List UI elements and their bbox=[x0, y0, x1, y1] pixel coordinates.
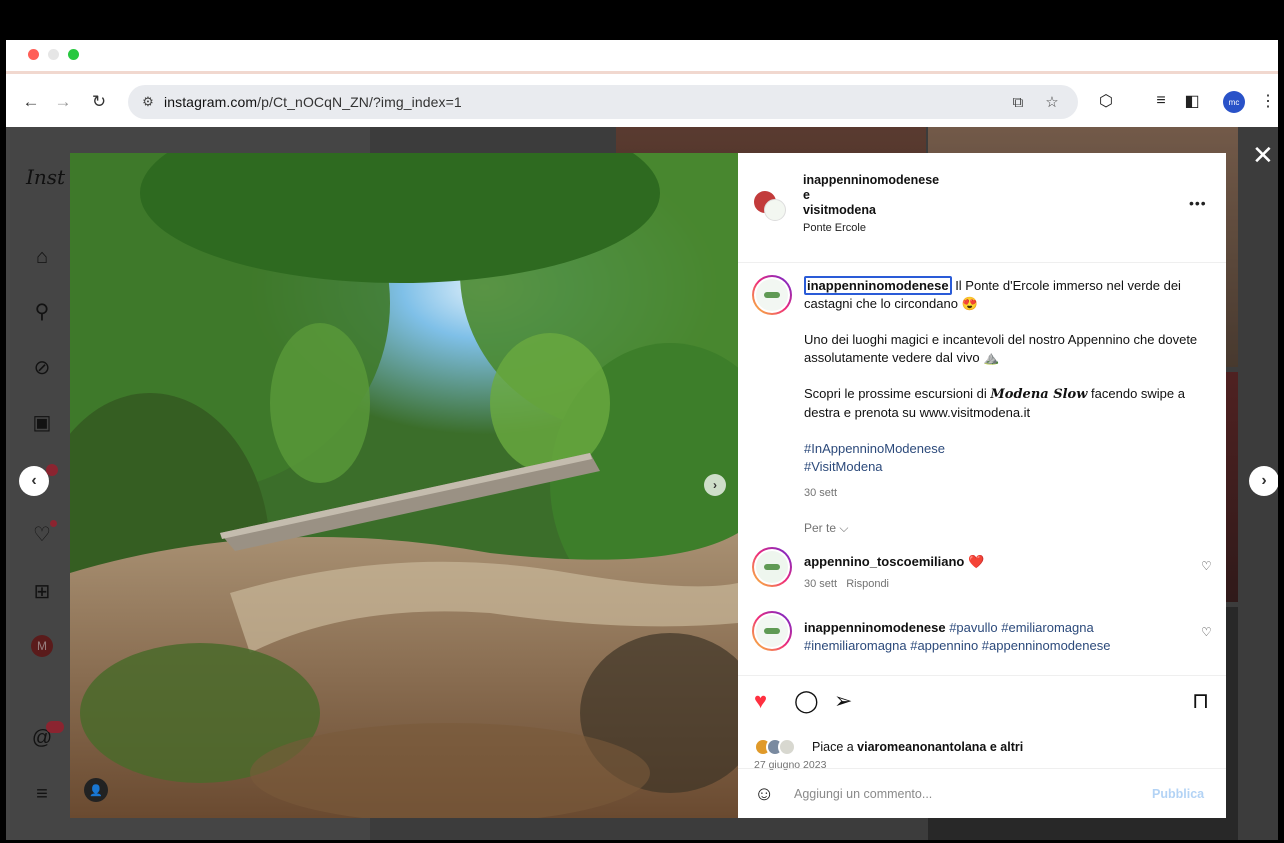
address-bar[interactable]: ⚙ instagram.com/p/Ct_nOCqN_ZN/?img_index… bbox=[128, 85, 1078, 119]
caption-text: Scopri le prossime escursioni di bbox=[804, 386, 991, 401]
coauthor-username[interactable]: visitmodena bbox=[803, 203, 939, 218]
previous-post-button[interactable]: ‹ bbox=[19, 466, 49, 496]
comment-date: 30 sett bbox=[804, 578, 838, 590]
url-text[interactable]: instagram.com/p/Ct_nOCqN_ZN/?img_index=1 bbox=[164, 94, 462, 110]
comments-filter-dropdown[interactable]: Per te ⌵ bbox=[804, 521, 848, 536]
image-carousel-next-button[interactable]: › bbox=[704, 474, 726, 496]
liker-username[interactable]: viaromeanonantolana bbox=[857, 740, 986, 754]
caption-paragraph: inappenninomodenese Il Ponte d'Ercole im… bbox=[804, 276, 1204, 313]
maximize-window-button[interactable] bbox=[68, 49, 79, 60]
reply-button[interactable]: Rispondi bbox=[846, 578, 889, 590]
next-post-button[interactable]: › bbox=[1249, 466, 1278, 496]
post-location[interactable]: Ponte Ercole bbox=[803, 221, 939, 236]
comment-icon[interactable]: ◯ bbox=[794, 690, 819, 712]
liked-by-avatars[interactable] bbox=[754, 738, 806, 756]
post-author-block: inappenninomodenese e visitmodena Ponte … bbox=[803, 173, 939, 236]
more-options-icon[interactable]: ••• bbox=[1189, 195, 1207, 211]
publish-button[interactable]: Pubblica bbox=[1152, 787, 1204, 801]
comment-item: appennino_toscoemiliano ❤️ 30 sett Rispo… bbox=[804, 553, 1184, 593]
comment-text: ❤️ bbox=[964, 554, 985, 569]
caption-paragraph: Scopri le prossime escursioni di Modena … bbox=[804, 385, 1204, 422]
liker-avatar bbox=[778, 738, 796, 756]
post-image: › 👤 bbox=[70, 153, 738, 818]
forest-bridge-photo bbox=[70, 153, 738, 818]
author-username[interactable]: inappenninomodenese bbox=[803, 173, 939, 188]
post-caption: inappenninomodenese Il Ponte d'Ercole im… bbox=[804, 276, 1204, 502]
url-host: instagram.com bbox=[164, 94, 258, 110]
brand-name: Modena Slow bbox=[990, 387, 1088, 402]
extensions-icon[interactable]: ⬡ bbox=[1094, 89, 1118, 113]
post-details-panel: inappenninomodenese e visitmodena Ponte … bbox=[738, 153, 1226, 818]
caption-username[interactable]: inappenninomodenese bbox=[804, 276, 952, 295]
caption-date: 30 sett bbox=[804, 487, 838, 499]
close-window-button[interactable] bbox=[28, 49, 39, 60]
likes-prefix: Piace a bbox=[812, 740, 858, 754]
forward-icon[interactable]: → bbox=[50, 89, 76, 115]
share-icon[interactable]: ➢ bbox=[834, 690, 852, 712]
post-comments-scroll[interactable]: inappenninomodenese Il Ponte d'Ercole im… bbox=[738, 263, 1226, 675]
comment-item: inappenninomodenese #pavullo #emiliaroma… bbox=[804, 619, 1184, 655]
media-controls-icon[interactable]: ≡ bbox=[1149, 89, 1173, 113]
url-path: /p/Ct_nOCqN_ZN/?img_index=1 bbox=[257, 94, 462, 110]
more-menu-icon[interactable]: ⋮ bbox=[1256, 89, 1278, 113]
hashtag-link[interactable]: #VisitModena bbox=[804, 458, 1204, 476]
comment-input[interactable]: Aggiungi un commento... bbox=[794, 787, 932, 801]
profile-avatar[interactable]: mc bbox=[1223, 91, 1245, 113]
caption-paragraph: Uno dei luoghi magici e incantevoli del … bbox=[804, 332, 1198, 365]
post-actions: ♥ ◯ ➢ ⊓ Piace a viaromeanonantolana e al… bbox=[738, 675, 1226, 771]
minimize-window-button[interactable] bbox=[48, 49, 59, 60]
commenter-avatar[interactable] bbox=[752, 611, 792, 651]
caption-avatar[interactable] bbox=[752, 275, 792, 315]
like-heart-icon[interactable]: ♥ bbox=[754, 690, 767, 712]
page-viewport: Inst ⌂ ⚲ ⊘ ▣ ➤ ♡ ⊞ M @ ≡ ✕ ‹ › bbox=[6, 127, 1278, 840]
add-comment-bar: ☺ Aggiungi un commento... Pubblica bbox=[738, 768, 1226, 818]
like-comment-icon[interactable]: ♡ bbox=[1201, 559, 1212, 573]
browser-window: ← → ↻ ⚙ instagram.com/p/Ct_nOCqN_ZN/?img… bbox=[6, 40, 1278, 840]
comment-username[interactable]: inappenninomodenese bbox=[804, 620, 946, 635]
hashtag-link[interactable]: #InAppenninoModenese bbox=[804, 440, 1204, 458]
site-settings-icon[interactable]: ⚙ bbox=[138, 92, 158, 112]
tagged-users-icon[interactable]: 👤 bbox=[84, 778, 108, 802]
author-avatar[interactable] bbox=[754, 189, 788, 223]
post-header: inappenninomodenese e visitmodena Ponte … bbox=[738, 153, 1226, 263]
likes-suffix[interactable]: e altri bbox=[986, 740, 1023, 754]
install-app-icon[interactable]: ⧉ bbox=[1008, 92, 1028, 112]
side-panel-icon[interactable]: ◧ bbox=[1180, 89, 1204, 113]
emoji-icon[interactable]: ☺ bbox=[754, 783, 774, 806]
close-icon[interactable]: ✕ bbox=[1252, 142, 1274, 168]
browser-toolbar: ← → ↻ ⚙ instagram.com/p/Ct_nOCqN_ZN/?img… bbox=[6, 77, 1278, 127]
likes-summary: Piace a viaromeanonantolana e altri bbox=[812, 740, 1023, 754]
bookmark-star-icon[interactable]: ☆ bbox=[1042, 92, 1062, 112]
save-bookmark-icon[interactable]: ⊓ bbox=[1192, 690, 1209, 712]
reload-icon[interactable]: ↻ bbox=[86, 89, 112, 115]
comment-username[interactable]: appennino_toscoemiliano bbox=[804, 554, 964, 569]
author-conjunction: e bbox=[803, 188, 810, 202]
commenter-avatar[interactable] bbox=[752, 547, 792, 587]
back-icon[interactable]: ← bbox=[18, 89, 44, 115]
window-titlebar bbox=[6, 40, 1278, 74]
like-comment-icon[interactable]: ♡ bbox=[1201, 625, 1212, 639]
